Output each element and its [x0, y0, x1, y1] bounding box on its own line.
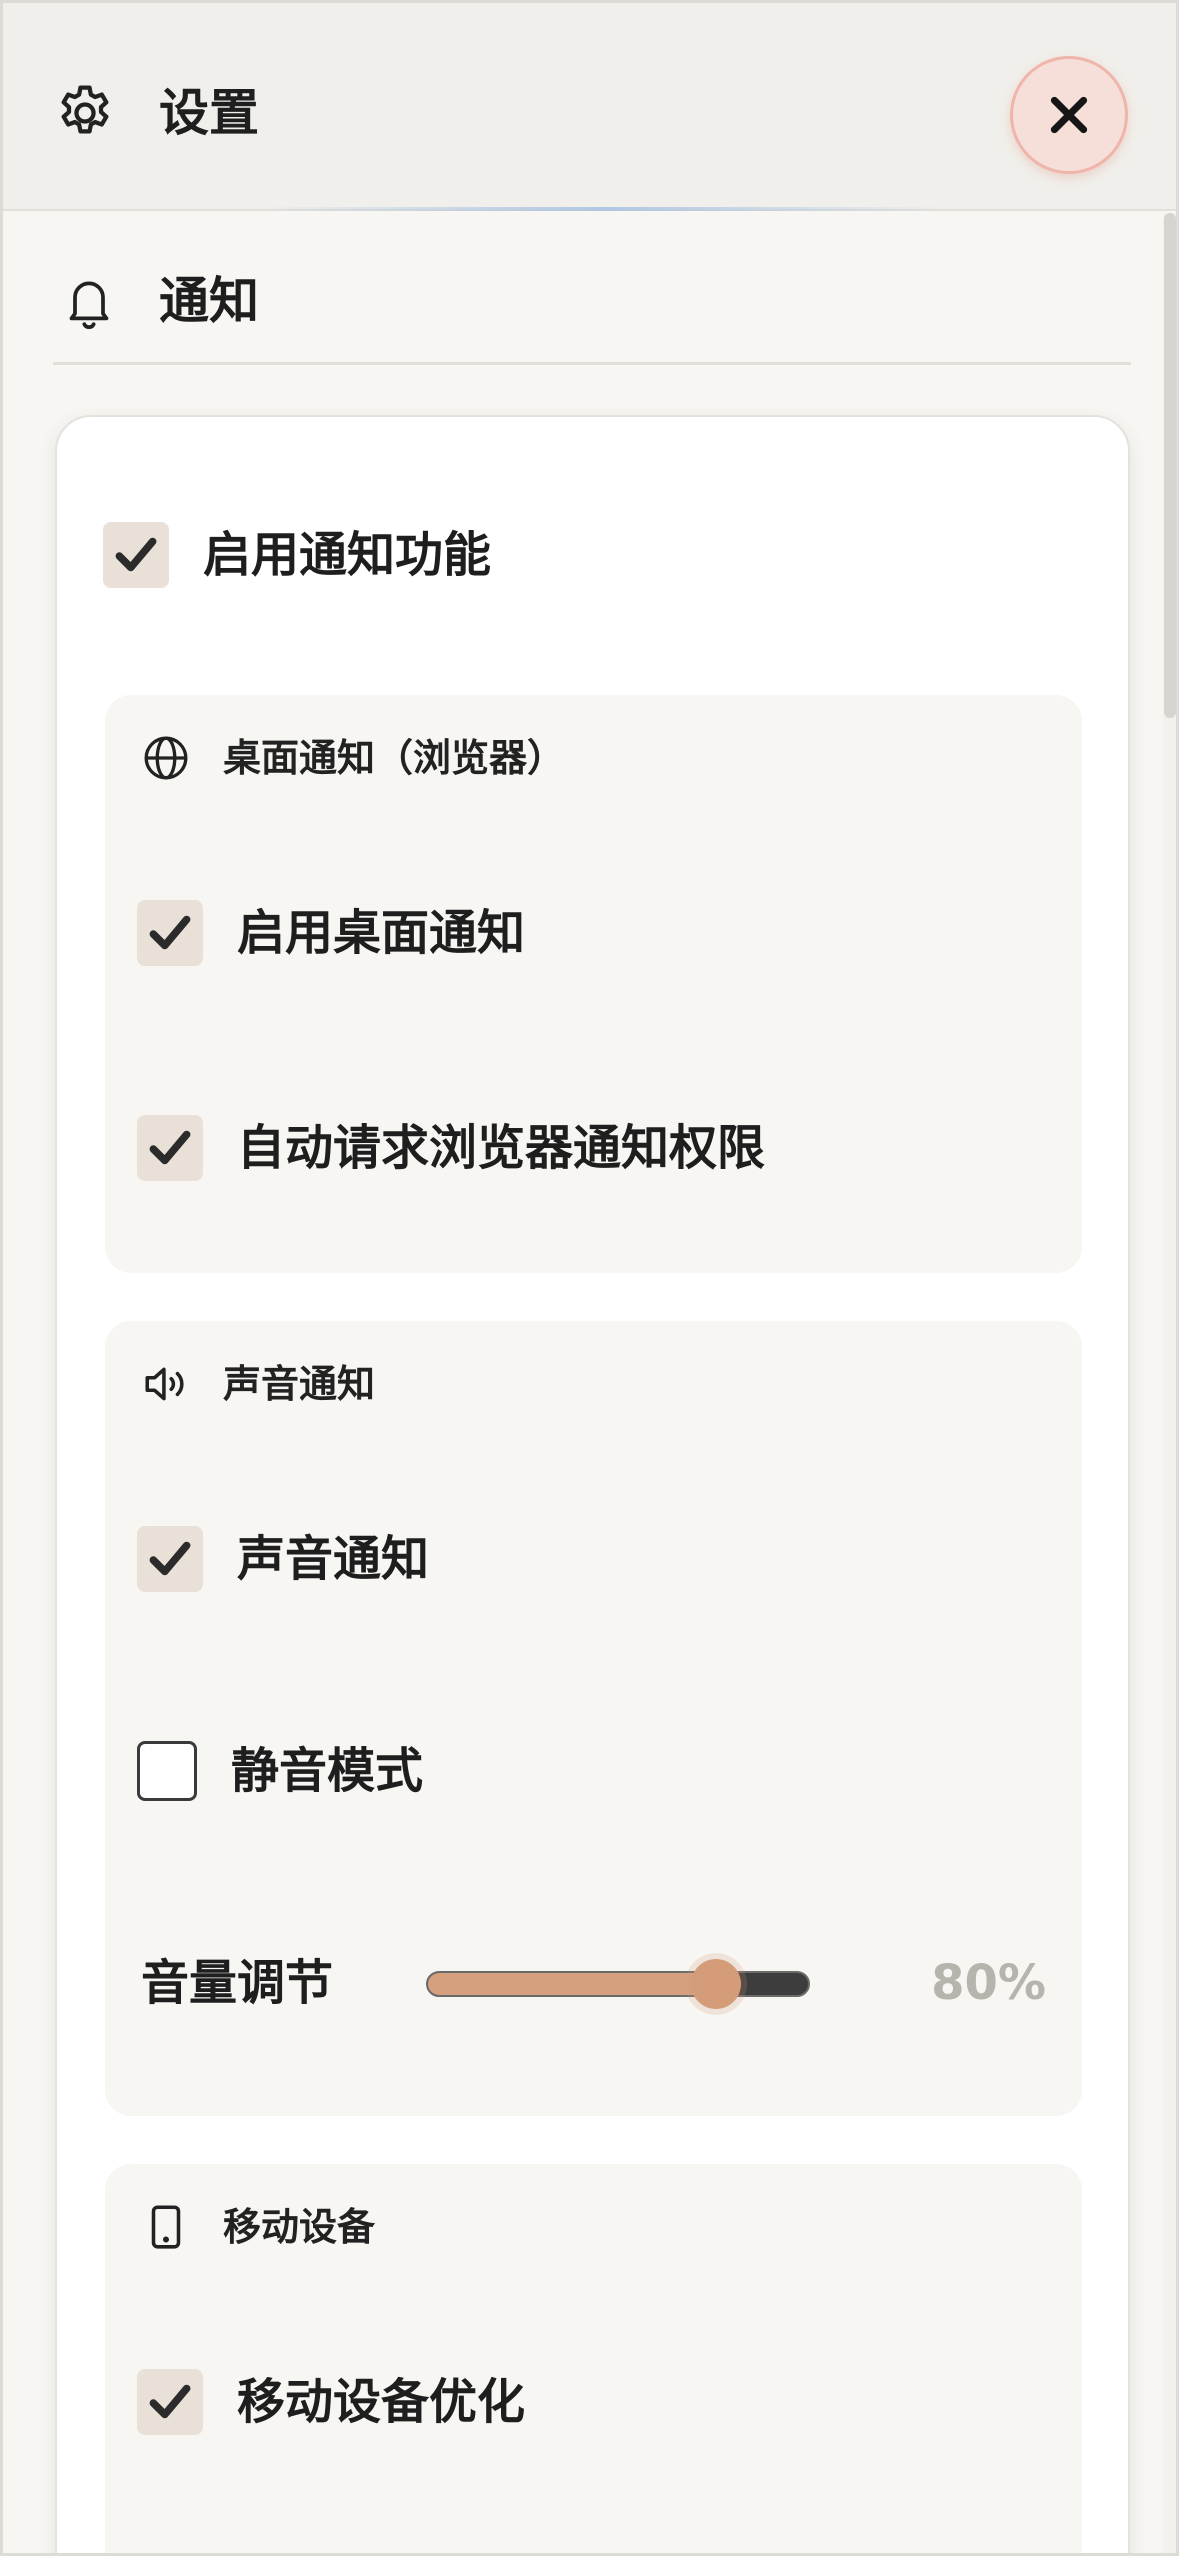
group-desktop-notifications: 桌面通知（浏览器） 启用桌面通知 自动请求浏览器通知权限 — [105, 695, 1082, 1273]
volume-slider-fill — [428, 1973, 736, 1995]
checkbox-checked[interactable] — [103, 522, 169, 588]
checkbox-label: 启用通知功能 — [203, 527, 492, 583]
phone-icon — [151, 2205, 181, 2249]
enable-notifications-toggle[interactable]: 启用通知功能 — [103, 522, 491, 588]
check-icon — [115, 537, 157, 572]
mute-mode-toggle[interactable]: 静音模式 — [137, 1741, 423, 1801]
check-icon — [149, 1130, 191, 1165]
volume-slider-track[interactable] — [426, 1971, 810, 1997]
checkbox-checked[interactable] — [137, 2369, 203, 2435]
check-icon — [149, 1541, 191, 1576]
group-title: 移动设备 — [223, 2205, 376, 2249]
group-sound-notifications: 声音通知 声音通知 静音模式 音量调节 80% — [105, 1321, 1082, 2116]
close-icon — [1050, 96, 1088, 134]
group-header: 声音通知 — [141, 1359, 375, 1409]
section-header-notifications: 通知 — [53, 263, 1131, 365]
mobile-optimization-toggle[interactable]: 移动设备优化 — [137, 2369, 525, 2435]
section-title: 通知 — [159, 272, 259, 330]
checkbox-checked[interactable] — [137, 1526, 203, 1592]
scrollbar-thumb[interactable] — [1164, 213, 1176, 718]
bell-icon — [69, 281, 109, 329]
group-title: 桌面通知（浏览器） — [223, 736, 566, 780]
group-mobile-devices: 移动设备 移动设备优化 — [105, 2164, 1082, 2553]
checkbox-label: 声音通知 — [237, 1531, 430, 1587]
settings-header: 设置 — [3, 3, 1176, 211]
close-button[interactable] — [1010, 56, 1128, 174]
volume-slider-row: 音量调节 80% — [141, 1943, 1046, 2023]
checkbox-label: 自动请求浏览器通知权限 — [237, 1120, 766, 1176]
page-title: 设置 — [159, 84, 259, 142]
enable-desktop-notifications-toggle[interactable]: 启用桌面通知 — [137, 900, 525, 966]
group-header: 移动设备 — [141, 2202, 375, 2252]
speaker-icon — [145, 1367, 184, 1401]
auto-request-permission-toggle[interactable]: 自动请求浏览器通知权限 — [137, 1115, 765, 1181]
settings-panel: 设置 通知 启用通知功能 桌面通知（浏览器） 启用桌面通知 自动请求浏览器通知权… — [0, 0, 1179, 2556]
checkbox-unchecked[interactable] — [137, 1741, 197, 1801]
volume-value: 80% — [931, 1955, 1046, 2011]
sound-notifications-toggle[interactable]: 声音通知 — [137, 1526, 429, 1592]
checkbox-label: 移动设备优化 — [237, 2374, 526, 2430]
group-header: 桌面通知（浏览器） — [141, 733, 565, 783]
volume-slider-thumb[interactable] — [691, 1959, 742, 2009]
check-icon — [149, 915, 191, 950]
checkbox-label: 启用桌面通知 — [237, 905, 526, 961]
check-icon — [149, 2384, 191, 2419]
globe-icon — [144, 736, 188, 780]
checkbox-checked[interactable] — [137, 1115, 203, 1181]
checkbox-checked[interactable] — [137, 900, 203, 966]
group-title: 声音通知 — [223, 1362, 376, 1406]
volume-label: 音量调节 — [141, 1955, 334, 2011]
gear-icon — [61, 85, 109, 134]
checkbox-label: 静音模式 — [231, 1743, 424, 1799]
header-divider-glow — [253, 207, 953, 211]
notifications-card: 启用通知功能 桌面通知（浏览器） 启用桌面通知 自动请求浏览器通知权限 声音通知… — [55, 415, 1130, 2553]
